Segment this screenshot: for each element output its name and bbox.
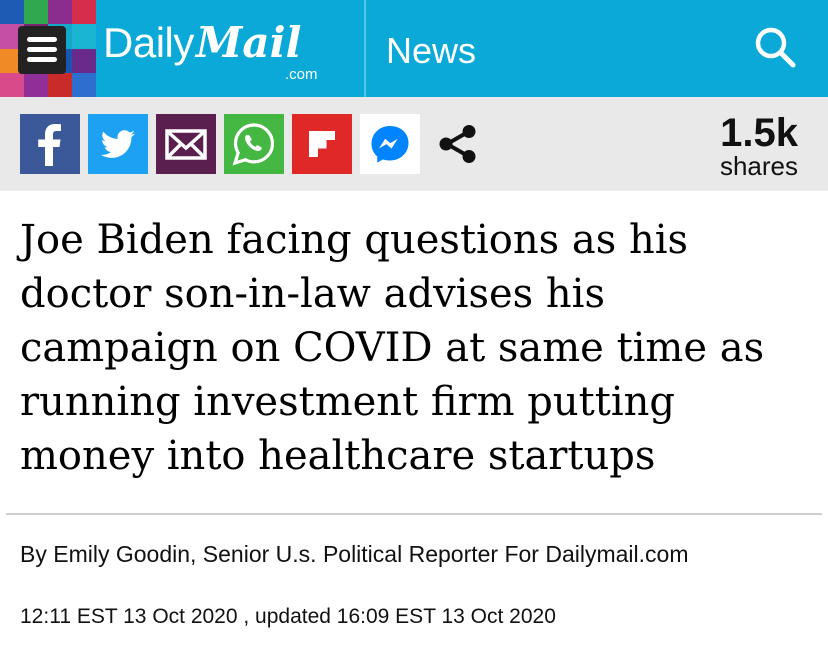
published-date: 12:11 EST 13 Oct 2020 <box>20 605 238 628</box>
site-logo[interactable]: DailyMail .com <box>103 18 318 83</box>
share-bar: 1.5k shares <box>0 97 828 191</box>
flipboard-icon <box>309 131 335 157</box>
flipboard-share-button[interactable] <box>292 114 352 174</box>
headline-divider <box>6 513 822 515</box>
share-count: 1.5k shares <box>720 113 798 179</box>
updated-date: , updated 16:09 EST 13 Oct 2020 <box>237 605 556 628</box>
search-icon <box>755 27 796 68</box>
email-share-button[interactable] <box>156 114 216 174</box>
article-dates: 12:11 EST 13 Oct 2020 , updated 16:09 ES… <box>20 605 556 629</box>
header-divider <box>364 0 366 97</box>
share-count-number: 1.5k <box>720 111 798 155</box>
site-header: DailyMail .com News <box>0 0 828 97</box>
twitter-icon <box>100 130 135 158</box>
twitter-share-button[interactable] <box>88 114 148 174</box>
logo-dotcom: .com <box>285 66 318 83</box>
search-button[interactable] <box>752 24 798 70</box>
share-icon <box>439 125 476 163</box>
share-count-label: shares <box>719 151 798 181</box>
messenger-icon <box>371 126 409 163</box>
logo-daily: Daily <box>103 19 194 66</box>
logo-mail: Mail <box>195 18 302 67</box>
article-headline: Joe Biden facing questions as his doctor… <box>20 217 765 479</box>
article-byline: By Emily Goodin, Senior U.s. Political R… <box>20 541 689 567</box>
menu-button[interactable] <box>18 26 66 74</box>
facebook-share-button[interactable] <box>20 114 80 174</box>
whatsapp-share-button[interactable] <box>224 114 284 174</box>
section-link-news[interactable]: News <box>386 30 476 72</box>
email-icon <box>165 129 207 160</box>
whatsapp-icon <box>232 123 275 166</box>
facebook-icon <box>38 124 61 166</box>
messenger-share-button[interactable] <box>360 114 420 174</box>
more-share-button[interactable] <box>428 114 488 174</box>
